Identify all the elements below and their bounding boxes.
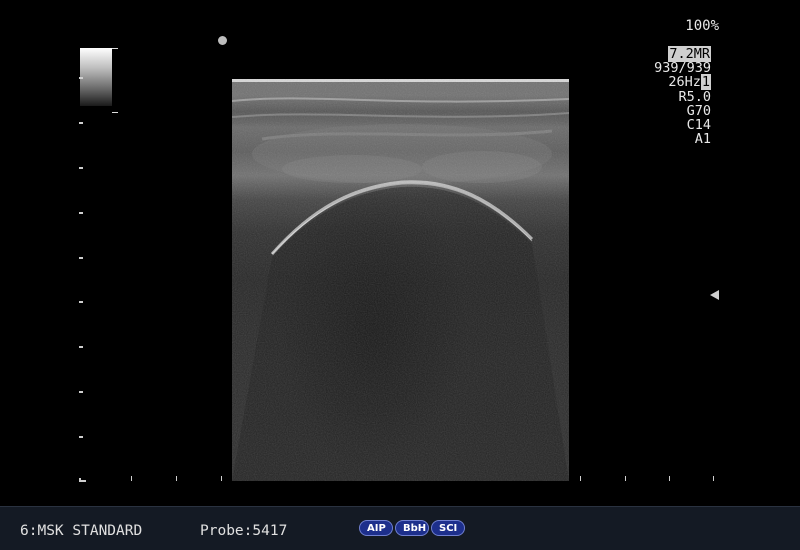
depth-tick (79, 301, 83, 303)
aip-badge[interactable]: AIP (359, 520, 393, 536)
frequency-readout: 7.2MR (654, 46, 711, 62)
lateral-tick (669, 476, 670, 481)
depth-tick (79, 436, 83, 438)
depth-tick (79, 257, 83, 259)
lateral-tick (625, 476, 626, 481)
frame-rate-index: 1 (700, 74, 711, 91)
depth-tick (79, 346, 83, 348)
depth-tick (79, 391, 83, 393)
bbh-badge[interactable]: BbH (395, 520, 429, 536)
ultrasound-texture (232, 79, 569, 481)
sci-badge[interactable]: SCI (431, 520, 465, 536)
lateral-tick (580, 476, 581, 481)
lateral-tick (221, 476, 222, 481)
frame-counter: 939/939 (654, 60, 711, 77)
scale-corner-mark (79, 478, 86, 482)
frame-rate-readout: 26Hz1 (654, 74, 711, 91)
focus-triangle-icon[interactable] (710, 290, 719, 300)
depth-tick (79, 167, 83, 169)
grayscale-bar-tick (112, 48, 118, 49)
param-line-g: G70 (686, 102, 711, 119)
orientation-dot-icon (218, 36, 227, 45)
param-line-c: C14 (686, 117, 711, 134)
zoom-readout: 100% (685, 18, 719, 34)
param-line-a: A1 (694, 131, 711, 148)
ultrasound-screen: 100% 7.2MR 939/939 26Hz1 R5.0 G70 C14 A1… (0, 0, 800, 550)
lateral-tick (131, 476, 132, 481)
frame-rate-value: 26Hz (668, 74, 701, 91)
param-line-r: R5.0 (678, 88, 711, 105)
probe-label[interactable]: Probe:5417 (200, 523, 287, 539)
ultrasound-image[interactable] (232, 79, 569, 481)
depth-tick (79, 212, 83, 214)
acquisition-parameters: 7.2MR 939/939 26Hz1 R5.0 G70 C14 A1 (654, 46, 711, 148)
grayscale-bar (80, 48, 112, 106)
status-bar: 6:MSK STANDARD Probe:5417 AIP BbH SCI (0, 506, 800, 550)
depth-tick (79, 77, 83, 79)
grayscale-bar-tick (112, 112, 118, 113)
preset-label[interactable]: 6:MSK STANDARD (20, 523, 142, 539)
lateral-tick (176, 476, 177, 481)
depth-tick (79, 122, 83, 124)
lateral-tick (713, 476, 714, 481)
